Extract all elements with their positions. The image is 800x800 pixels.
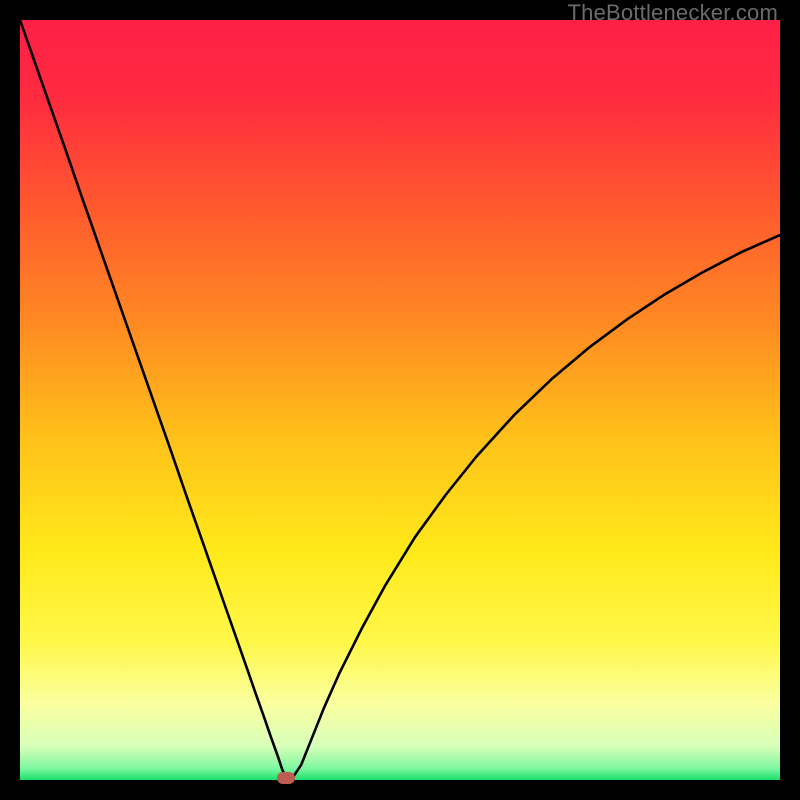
bottleneck-chart xyxy=(20,20,780,780)
gradient-background xyxy=(20,20,780,780)
watermark-text: TheBottlenecker.com xyxy=(568,0,778,26)
optimum-marker xyxy=(277,772,295,784)
chart-frame xyxy=(20,20,780,780)
